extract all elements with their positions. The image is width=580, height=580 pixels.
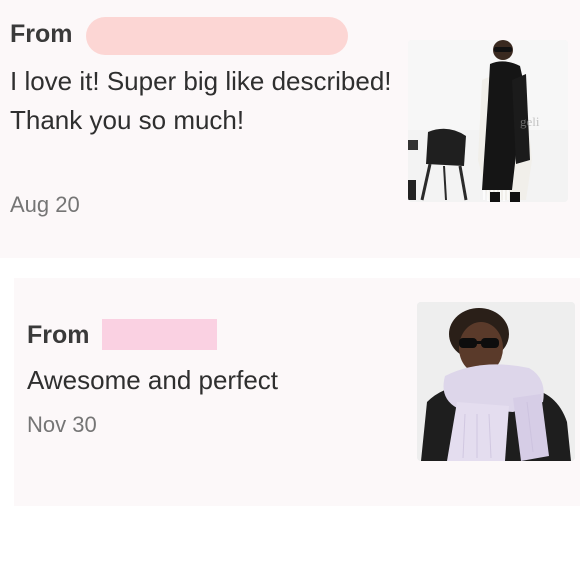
redacted-username xyxy=(102,319,217,350)
review-date: Nov 30 xyxy=(27,412,97,437)
lilac-scarf-photo-icon xyxy=(417,302,575,461)
review-card: From I love it! Super big like described… xyxy=(0,0,580,258)
review-card: From Awesome and perfect Nov 30 xyxy=(14,278,580,506)
from-label: From xyxy=(10,20,73,48)
photo-watermark: geli xyxy=(520,114,540,129)
review-text: I love it! Super big like described! Tha… xyxy=(10,66,392,135)
review-photo[interactable]: geli xyxy=(408,40,568,202)
redacted-username xyxy=(86,17,348,55)
from-label: From xyxy=(27,321,90,349)
review-date: Aug 20 xyxy=(10,192,80,217)
black-scarf-photo-icon xyxy=(408,40,568,202)
review-photo[interactable] xyxy=(417,302,575,461)
review-text: Awesome and perfect xyxy=(27,365,278,395)
